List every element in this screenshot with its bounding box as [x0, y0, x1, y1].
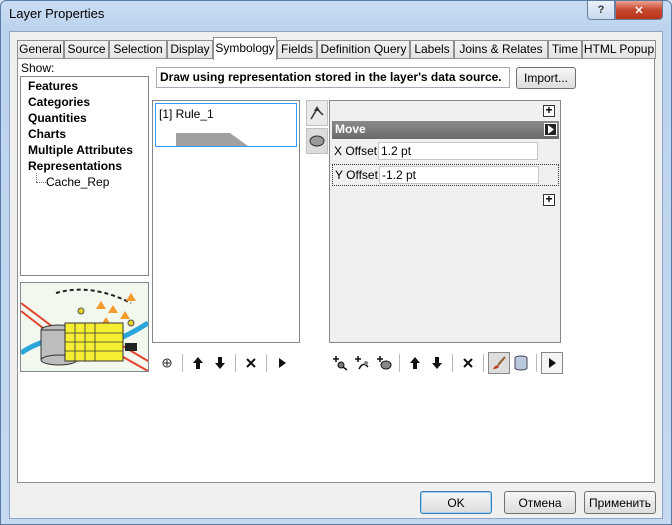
separator: [452, 354, 453, 372]
rule-label: [1] Rule_1: [159, 107, 214, 121]
move-up-icon[interactable]: [187, 352, 209, 374]
ok-button[interactable]: OK: [420, 491, 492, 514]
tab-time[interactable]: Time: [548, 40, 582, 59]
close-icon: ✕: [634, 4, 644, 17]
move-down-icon[interactable]: [209, 352, 231, 374]
separator: [266, 354, 267, 372]
symbology-panel: Show: Features Categories Quantities Cha…: [17, 58, 655, 483]
tab-source[interactable]: Source: [64, 40, 109, 59]
property-grid: + Move X Offset: 1.2 pt Y Offset: -1.2 p…: [329, 100, 561, 343]
add-marker-icon[interactable]: [329, 352, 351, 374]
separator: [483, 354, 484, 372]
help-button[interactable]: ?: [587, 1, 615, 20]
show-label: Show:: [21, 61, 55, 75]
add-effect-button[interactable]: +: [543, 104, 555, 117]
add-effect-button-bottom[interactable]: +: [543, 193, 555, 206]
add-stroke-icon[interactable]: [351, 352, 373, 374]
tab-labels[interactable]: Labels: [410, 40, 454, 59]
window-title: Layer Properties: [9, 6, 105, 21]
delete-effect-icon[interactable]: [457, 352, 479, 374]
x-offset-field[interactable]: 1.2 pt: [378, 142, 538, 160]
help-icon: ?: [597, 4, 605, 16]
separator: [235, 354, 236, 372]
delete-icon[interactable]: [240, 352, 262, 374]
representation-preview-icon: [20, 282, 149, 372]
tab-joins-relates[interactable]: Joins & Relates: [454, 40, 548, 59]
show-item-quantities[interactable]: Quantities: [28, 111, 87, 125]
tab-display[interactable]: Display: [167, 40, 213, 59]
close-button[interactable]: ✕: [615, 1, 663, 20]
add-fill-icon[interactable]: [373, 352, 395, 374]
show-item-charts[interactable]: Charts: [28, 127, 66, 141]
tab-fields[interactable]: Fields: [277, 40, 317, 59]
geometric-effect-icon[interactable]: [306, 100, 328, 126]
tab-general[interactable]: General: [17, 40, 64, 59]
apply-button[interactable]: Применить: [584, 491, 656, 514]
rule-symbol-swatch: [176, 133, 248, 146]
show-item-representations[interactable]: Representations: [28, 159, 122, 173]
rule-item[interactable]: [1] Rule_1: [155, 103, 297, 147]
rules-toolbar: [156, 351, 293, 375]
separator: [399, 354, 400, 372]
tree-connector: [36, 182, 46, 183]
y-offset-label: Y Offset:: [335, 168, 382, 182]
separator: [182, 354, 183, 372]
tab-selection[interactable]: Selection: [109, 40, 167, 59]
effect-header: Move: [332, 121, 559, 139]
separator: [536, 354, 537, 372]
x-offset-row: X Offset: 1.2 pt: [332, 141, 559, 163]
import-button[interactable]: Import...: [516, 67, 576, 89]
database-icon[interactable]: [510, 352, 532, 374]
move-effect-down-icon[interactable]: [426, 352, 448, 374]
cancel-button[interactable]: Отмена: [504, 491, 576, 514]
tab-definition-query[interactable]: Definition Query: [317, 40, 410, 59]
expand-arrow-icon[interactable]: [544, 123, 557, 136]
x-offset-label: X Offset:: [334, 144, 381, 158]
y-offset-row: Y Offset: -1.2 pt: [332, 164, 559, 186]
show-item-cache-rep[interactable]: Cache_Rep: [46, 175, 109, 189]
title-bar: Layer Properties ? ✕: [1, 1, 671, 27]
dialog-client: General Source Selection Display Symbolo…: [9, 31, 663, 519]
menu-arrow-icon[interactable]: [271, 352, 293, 374]
y-offset-field[interactable]: -1.2 pt: [379, 166, 539, 184]
layer-properties-window: Layer Properties ? ✕ General Source Sele…: [0, 0, 672, 525]
show-item-categories[interactable]: Categories: [28, 95, 90, 109]
renderer-description: Draw using representation stored in the …: [156, 67, 510, 88]
show-item-multiple-attributes[interactable]: Multiple Attributes: [28, 143, 133, 157]
layer-type-icons: [306, 100, 328, 160]
brush-icon[interactable]: [488, 352, 510, 374]
effects-menu-arrow-icon[interactable]: [541, 352, 563, 374]
add-rule-icon[interactable]: [156, 352, 178, 374]
tab-html-popup[interactable]: HTML Popup: [582, 40, 656, 59]
show-list: Features Categories Quantities Charts Mu…: [20, 76, 149, 276]
tab-symbology[interactable]: Symbology: [213, 37, 277, 60]
polygon-layer-icon[interactable]: [306, 128, 328, 154]
effects-toolbar: [329, 351, 563, 375]
rules-list: [1] Rule_1: [152, 100, 300, 343]
show-item-features[interactable]: Features: [28, 79, 78, 93]
effect-title: Move: [335, 122, 366, 136]
move-effect-up-icon[interactable]: [404, 352, 426, 374]
tree-connector: [36, 173, 37, 182]
